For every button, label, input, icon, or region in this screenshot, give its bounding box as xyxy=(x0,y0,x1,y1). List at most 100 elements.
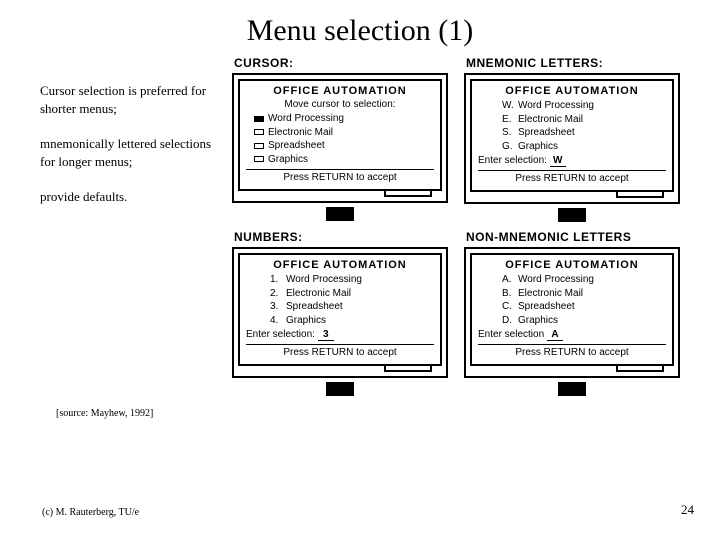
left-text-column: Cursor selection is preferred for shorte… xyxy=(40,54,220,398)
screen-title-mnemonic: OFFICE AUTOMATION xyxy=(478,85,666,97)
screen-numbers: OFFICE AUTOMATION 1.Word Processing 2.El… xyxy=(238,253,442,366)
item-prefix: A. xyxy=(502,273,518,287)
enter-label: Enter selection: xyxy=(478,155,547,166)
screen-title-numbers: OFFICE AUTOMATION xyxy=(246,259,434,271)
cursor-marker-icon xyxy=(254,116,264,122)
list-item: Spreadsheet xyxy=(254,139,434,153)
list-item: 3.Spreadsheet xyxy=(270,300,434,314)
items-mnemonic: W.Word Processing E.Electronic Mail S.Sp… xyxy=(478,99,666,153)
press-line-mnemonic: Press RETURN to accept xyxy=(478,170,666,184)
screen-nonmnemonic: OFFICE AUTOMATION A.Word Processing B.El… xyxy=(470,253,674,366)
left-paragraph-1: Cursor selection is preferred for shorte… xyxy=(40,82,220,117)
page-number: 24 xyxy=(681,502,694,518)
list-item: S.Spreadsheet xyxy=(502,126,666,140)
item-text: Graphics xyxy=(268,153,308,167)
monitor-stand-icon xyxy=(558,208,586,222)
item-prefix: 2. xyxy=(270,287,286,301)
monitor-slot-icon xyxy=(384,189,432,197)
monitor-nonmnemonic: OFFICE AUTOMATION A.Word Processing B.El… xyxy=(464,247,680,378)
items-numbers: 1.Word Processing 2.Electronic Mail 3.Sp… xyxy=(246,273,434,327)
item-prefix: S. xyxy=(502,126,518,140)
monitor-slot-icon xyxy=(384,364,432,372)
enter-line-nonmnemonic: Enter selection A xyxy=(478,329,666,341)
panel-cursor: CURSOR: OFFICE AUTOMATION Move cursor to… xyxy=(232,54,448,224)
list-item: 2.Electronic Mail xyxy=(270,287,434,301)
item-text: Word Processing xyxy=(518,99,594,113)
item-prefix: 1. xyxy=(270,273,286,287)
item-text: Word Processing xyxy=(518,273,594,287)
list-item: A.Word Processing xyxy=(502,273,666,287)
cursor-marker-icon xyxy=(254,129,264,135)
enter-line-mnemonic: Enter selection: W xyxy=(478,155,666,167)
list-item: Word Processing xyxy=(254,112,434,126)
item-text: Graphics xyxy=(518,314,558,328)
item-text: Spreadsheet xyxy=(518,126,575,140)
item-text: Electronic Mail xyxy=(268,126,333,140)
monitor-slot-icon xyxy=(616,190,664,198)
left-paragraph-3: provide defaults. xyxy=(40,188,220,206)
item-text: Electronic Mail xyxy=(518,287,583,301)
screen-mnemonic: OFFICE AUTOMATION W.Word Processing E.El… xyxy=(470,79,674,192)
cursor-marker-icon xyxy=(254,156,264,162)
enter-label: Enter selection: xyxy=(246,329,315,340)
item-prefix: C. xyxy=(502,300,518,314)
list-item: 4.Graphics xyxy=(270,314,434,328)
list-item: 1.Word Processing xyxy=(270,273,434,287)
press-line-nonmnemonic: Press RETURN to accept xyxy=(478,344,666,358)
list-item: Graphics xyxy=(254,153,434,167)
item-prefix: E. xyxy=(502,113,518,127)
cursor-marker-icon xyxy=(254,143,264,149)
list-item: E.Electronic Mail xyxy=(502,113,666,127)
list-item: B.Electronic Mail xyxy=(502,287,666,301)
panel-label-cursor: CURSOR: xyxy=(232,54,448,73)
screen-title-cursor: OFFICE AUTOMATION xyxy=(246,85,434,97)
screen-cursor: OFFICE AUTOMATION Move cursor to selecti… xyxy=(238,79,442,191)
list-item: W.Word Processing xyxy=(502,99,666,113)
enter-value: W xyxy=(550,156,566,167)
item-text: Word Processing xyxy=(268,112,344,126)
screen-title-nonmnemonic: OFFICE AUTOMATION xyxy=(478,259,666,271)
item-prefix: B. xyxy=(502,287,518,301)
item-text: Spreadsheet xyxy=(518,300,575,314)
slide-title: Menu selection (1) xyxy=(0,0,720,54)
content-area: Cursor selection is preferred for shorte… xyxy=(0,54,720,398)
item-prefix: D. xyxy=(502,314,518,328)
items-cursor: Word Processing Electronic Mail Spreadsh… xyxy=(246,112,434,166)
source-citation: [source: Mayhew, 1992] xyxy=(0,408,720,419)
item-text: Graphics xyxy=(518,140,558,154)
monitor-stand-icon xyxy=(558,382,586,396)
press-line-cursor: Press RETURN to accept xyxy=(246,169,434,183)
item-text: Spreadsheet xyxy=(286,300,343,314)
item-prefix: G. xyxy=(502,140,518,154)
left-paragraph-2: mnemonically lettered selections for lon… xyxy=(40,135,220,170)
monitor-slot-icon xyxy=(616,364,664,372)
instruction-cursor: Move cursor to selection: xyxy=(246,99,434,110)
enter-value: A xyxy=(547,330,563,341)
monitor-cursor: OFFICE AUTOMATION Move cursor to selecti… xyxy=(232,73,448,203)
item-text: Spreadsheet xyxy=(268,139,325,153)
panel-mnemonic: MNEMONIC LETTERS: OFFICE AUTOMATION W.Wo… xyxy=(464,54,680,224)
item-prefix: 3. xyxy=(270,300,286,314)
panel-label-mnemonic: MNEMONIC LETTERS: xyxy=(464,54,680,73)
monitor-stand-icon xyxy=(326,382,354,396)
item-prefix: 4. xyxy=(270,314,286,328)
enter-value: 3 xyxy=(318,330,334,341)
enter-label: Enter selection xyxy=(478,329,544,340)
enter-line-numbers: Enter selection: 3 xyxy=(246,329,434,341)
items-nonmnemonic: A.Word Processing B.Electronic Mail C.Sp… xyxy=(478,273,666,327)
monitor-numbers: OFFICE AUTOMATION 1.Word Processing 2.El… xyxy=(232,247,448,378)
item-text: Word Processing xyxy=(286,273,362,287)
press-line-numbers: Press RETURN to accept xyxy=(246,344,434,358)
list-item: C.Spreadsheet xyxy=(502,300,666,314)
panel-numbers: NUMBERS: OFFICE AUTOMATION 1.Word Proces… xyxy=(232,228,448,398)
monitor-mnemonic: OFFICE AUTOMATION W.Word Processing E.El… xyxy=(464,73,680,204)
panel-label-numbers: NUMBERS: xyxy=(232,228,448,247)
item-prefix: W. xyxy=(502,99,518,113)
list-item: D.Graphics xyxy=(502,314,666,328)
item-text: Graphics xyxy=(286,314,326,328)
monitor-stand-icon xyxy=(326,207,354,221)
copyright-text: (c) M. Rauterberg, TU/e xyxy=(42,507,139,518)
list-item: Electronic Mail xyxy=(254,126,434,140)
list-item: G.Graphics xyxy=(502,140,666,154)
panel-nonmnemonic: NON-MNEMONIC LETTERS OFFICE AUTOMATION A… xyxy=(464,228,680,398)
